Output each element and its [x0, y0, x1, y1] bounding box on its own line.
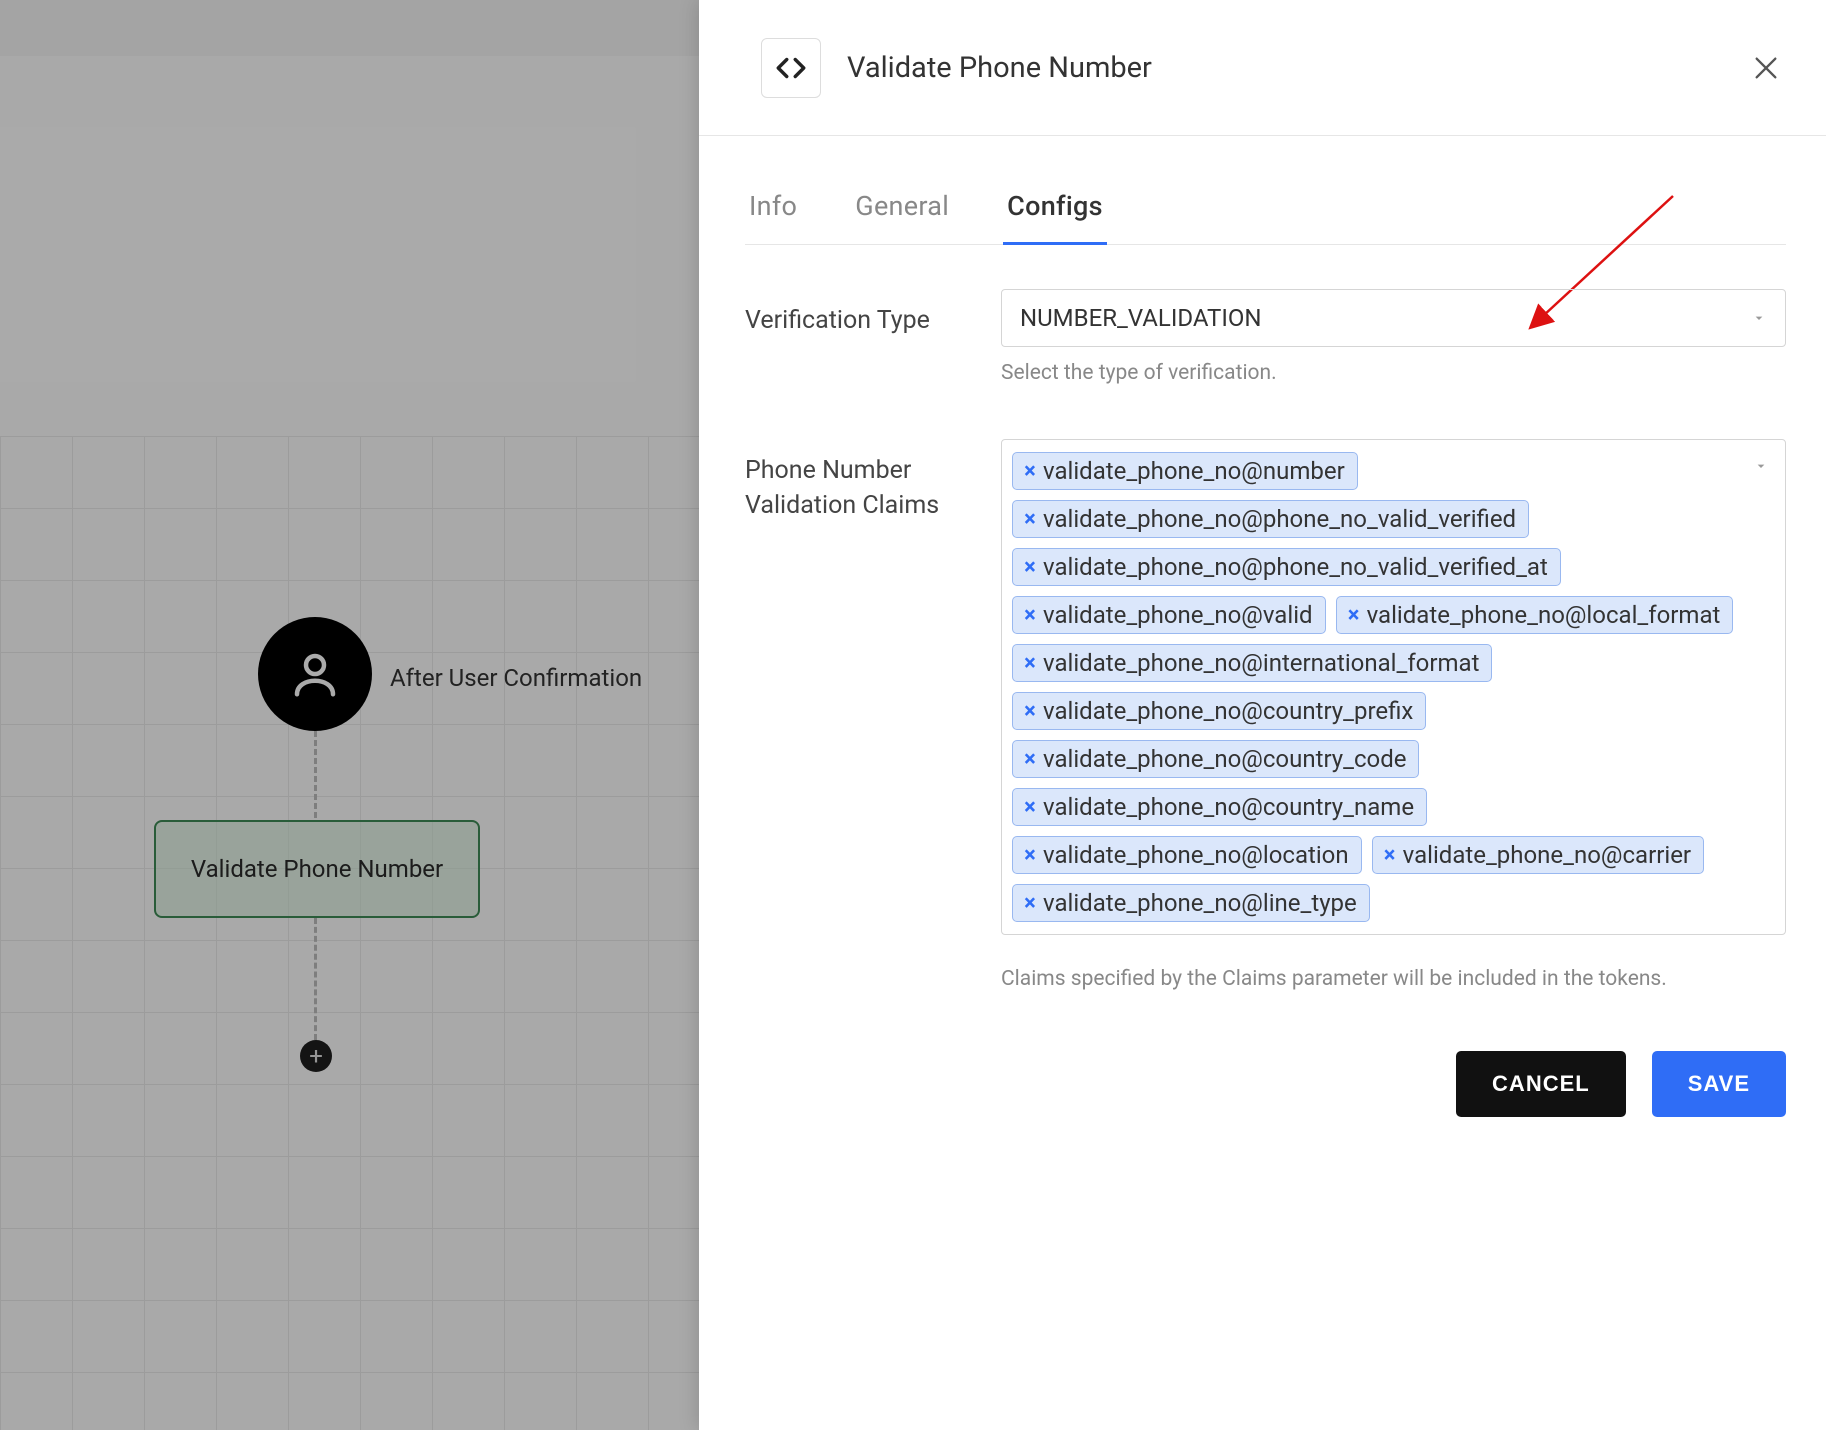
verification-type-label: Verification Type: [745, 289, 1001, 385]
panel-title: Validate Phone Number: [847, 51, 1746, 85]
claim-chip: ×validate_phone_no@country_name: [1012, 788, 1427, 826]
chip-remove-icon[interactable]: ×: [1337, 603, 1367, 628]
claim-chip: ×validate_phone_no@line_type: [1012, 884, 1370, 922]
chip-remove-icon[interactable]: ×: [1013, 555, 1043, 580]
chevron-down-icon: [1751, 304, 1767, 332]
claim-chip: ×validate_phone_no@international_format: [1012, 644, 1492, 682]
chip-label: validate_phone_no@phone_no_valid_verifie…: [1043, 505, 1516, 533]
chip-label: validate_phone_no@location: [1043, 841, 1349, 869]
claim-chip: ×validate_phone_no@phone_no_valid_verifi…: [1012, 548, 1561, 586]
chip-label: validate_phone_no@carrier: [1403, 841, 1691, 869]
chip-label: validate_phone_no@international_format: [1043, 649, 1479, 677]
chip-remove-icon[interactable]: ×: [1013, 651, 1043, 676]
chip-label: validate_phone_no@local_format: [1367, 601, 1721, 629]
chip-remove-icon[interactable]: ×: [1013, 891, 1043, 916]
chip-remove-icon[interactable]: ×: [1013, 459, 1043, 484]
claim-chip: ×validate_phone_no@country_prefix: [1012, 692, 1426, 730]
chip-remove-icon[interactable]: ×: [1373, 843, 1403, 868]
chip-remove-icon[interactable]: ×: [1013, 843, 1043, 868]
claim-chip: ×validate_phone_no@carrier: [1372, 836, 1704, 874]
chip-remove-icon[interactable]: ×: [1013, 699, 1043, 724]
chip-remove-icon[interactable]: ×: [1013, 795, 1043, 820]
chip-label: validate_phone_no@country_prefix: [1043, 697, 1413, 725]
chip-remove-icon[interactable]: ×: [1013, 747, 1043, 772]
chip-label: validate_phone_no@phone_no_valid_verifie…: [1043, 553, 1548, 581]
chip-label: validate_phone_no@number: [1043, 457, 1345, 485]
tab-info[interactable]: Info: [745, 172, 801, 245]
claim-chip: ×validate_phone_no@valid: [1012, 596, 1326, 634]
tab-general[interactable]: General: [851, 172, 953, 245]
cancel-button[interactable]: CANCEL: [1456, 1051, 1626, 1117]
tab-configs[interactable]: Configs: [1003, 172, 1107, 245]
claim-chip: ×validate_phone_no@location: [1012, 836, 1362, 874]
chip-label: validate_phone_no@country_code: [1043, 745, 1406, 773]
row-verification-type: Verification Type NUMBER_VALIDATION Sele…: [745, 289, 1786, 385]
chip-remove-icon[interactable]: ×: [1013, 603, 1043, 628]
chevron-down-icon: [1753, 458, 1769, 478]
chip-label: validate_phone_no@country_name: [1043, 793, 1414, 821]
claim-chip: ×validate_phone_no@phone_no_valid_verifi…: [1012, 500, 1529, 538]
code-icon: [761, 38, 821, 98]
claim-chip: ×validate_phone_no@local_format: [1336, 596, 1734, 634]
chip-label: validate_phone_no@line_type: [1043, 889, 1357, 917]
verification-type-value: NUMBER_VALIDATION: [1020, 304, 1262, 332]
tabs: Info General Configs: [745, 172, 1786, 245]
panel-header: Validate Phone Number: [699, 0, 1826, 136]
row-claims: Phone Number Validation Claims ×validate…: [745, 439, 1786, 991]
verification-type-helper: Select the type of verification.: [1001, 361, 1786, 385]
chip-remove-icon[interactable]: ×: [1013, 507, 1043, 532]
claims-helper: Claims specified by the Claims parameter…: [1001, 967, 1786, 991]
panel-body: Info General Configs Verification Type N…: [699, 136, 1826, 1430]
close-button[interactable]: [1746, 48, 1786, 88]
verification-type-select[interactable]: NUMBER_VALIDATION: [1001, 289, 1786, 347]
save-button[interactable]: SAVE: [1652, 1051, 1786, 1117]
claims-multiselect[interactable]: ×validate_phone_no@number×validate_phone…: [1001, 439, 1786, 935]
claim-chip: ×validate_phone_no@number: [1012, 452, 1358, 490]
side-panel: Validate Phone Number Info General Confi…: [699, 0, 1826, 1430]
claims-label: Phone Number Validation Claims: [745, 439, 1001, 991]
claim-chip: ×validate_phone_no@country_code: [1012, 740, 1419, 778]
panel-footer: CANCEL SAVE: [745, 1051, 1786, 1117]
chip-label: validate_phone_no@valid: [1043, 601, 1313, 629]
